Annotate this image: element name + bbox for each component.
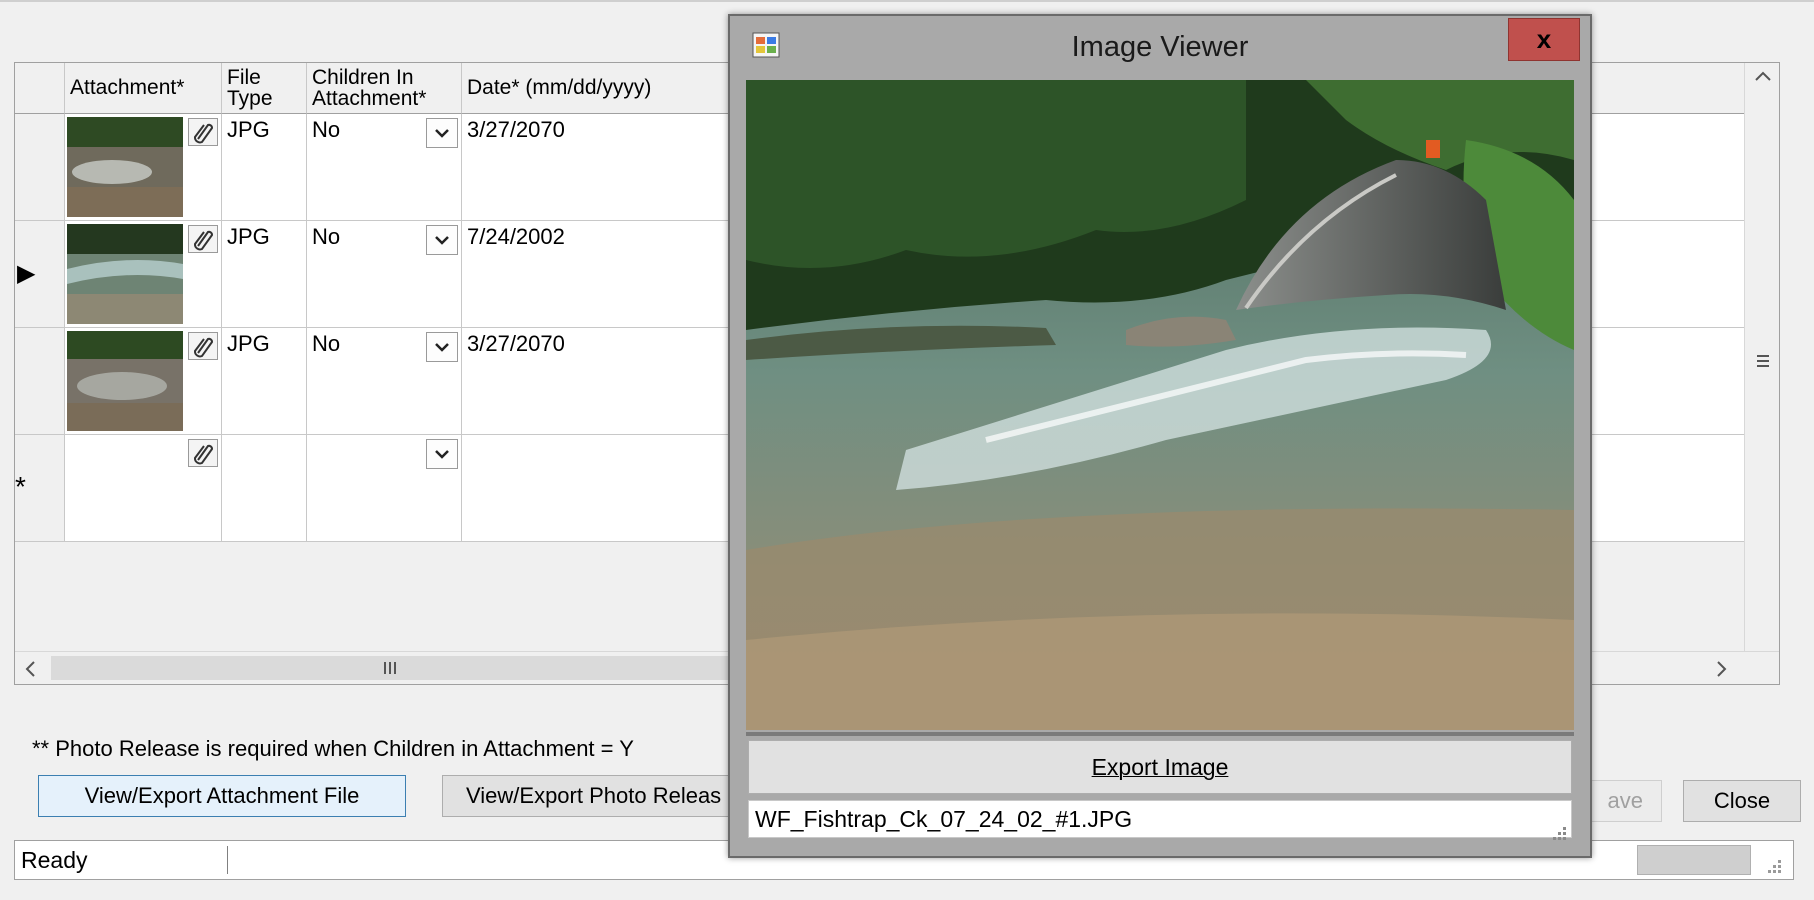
file-type-value: JPG	[227, 117, 270, 142]
row-header[interactable]	[15, 114, 65, 221]
dropdown-arrow-icon[interactable]	[426, 118, 458, 148]
paperclip-icon[interactable]	[188, 332, 218, 360]
photo-release-note: ** Photo Release is required when Childr…	[32, 736, 634, 761]
viewer-separator	[746, 732, 1574, 736]
row-header-corner	[15, 63, 65, 114]
new-row-indicator: *	[15, 471, 26, 502]
attachment-thumbnail[interactable]	[67, 117, 183, 217]
children-cell[interactable]	[307, 435, 462, 542]
image-viewer-window[interactable]: Image Viewer x Export Image WF_Fishtrap_…	[728, 14, 1592, 858]
view-export-attachment-button[interactable]: View/Export Attachment File	[38, 775, 406, 817]
horizontal-scroll-thumb[interactable]	[51, 656, 731, 680]
file-type-value: JPG	[227, 224, 270, 249]
file-type-cell: JPG	[222, 221, 307, 328]
date-cell[interactable]: 3/27/2070	[462, 114, 737, 221]
date-value: 7/24/2002	[467, 224, 565, 249]
col-header-file-type[interactable]: File Type	[222, 63, 307, 114]
col-header-children[interactable]: Children In Attachment*	[307, 63, 462, 114]
viewer-image	[746, 80, 1574, 730]
file-type-value: JPG	[227, 331, 270, 356]
status-progress	[1637, 845, 1751, 875]
export-image-label: Export Image	[1091, 754, 1229, 780]
date-cell[interactable]	[462, 435, 737, 542]
children-cell[interactable]: No	[307, 114, 462, 221]
row-header[interactable]: ▶	[15, 221, 65, 328]
view-export-photo-release-button[interactable]: View/Export Photo Releas	[442, 775, 742, 817]
row-header[interactable]	[15, 328, 65, 435]
scroll-thumb-grip-icon[interactable]	[1753, 353, 1773, 369]
dropdown-arrow-icon[interactable]	[426, 225, 458, 255]
export-image-button[interactable]: Export Image	[748, 740, 1572, 794]
children-cell[interactable]: No	[307, 221, 462, 328]
paperclip-icon[interactable]	[188, 439, 218, 467]
file-type-cell: JPG	[222, 114, 307, 221]
scroll-left-icon[interactable]	[23, 660, 37, 678]
status-text: Ready	[21, 847, 88, 873]
col-header-attachment[interactable]: Attachment*	[65, 63, 222, 114]
paperclip-icon[interactable]	[188, 118, 218, 146]
scroll-thumb-grip-icon	[384, 662, 396, 674]
children-value: No	[312, 331, 341, 356]
attachment-thumbnail[interactable]	[67, 331, 183, 431]
close-button[interactable]: Close	[1683, 780, 1801, 822]
status-divider	[227, 846, 228, 874]
attachment-cell[interactable]	[65, 328, 222, 435]
size-grip-icon[interactable]	[1763, 855, 1783, 875]
scroll-up-icon[interactable]	[1753, 69, 1773, 83]
date-value: 3/27/2070	[467, 117, 565, 142]
scroll-right-icon[interactable]	[1715, 660, 1729, 678]
close-icon[interactable]: x	[1508, 18, 1580, 61]
image-viewer-titlebar[interactable]: Image Viewer x	[730, 16, 1590, 78]
vertical-scrollbar[interactable]	[1744, 63, 1779, 684]
current-row-indicator: ▶	[17, 260, 36, 287]
date-cell[interactable]: 7/24/2002	[462, 221, 737, 328]
filename-field[interactable]: WF_Fishtrap_Ck_07_24_02_#1.JPG	[748, 800, 1572, 838]
attachment-cell[interactable]	[65, 114, 222, 221]
image-viewer-title: Image Viewer	[1071, 31, 1249, 63]
children-cell[interactable]: No	[307, 328, 462, 435]
children-value: No	[312, 224, 341, 249]
attachment-cell[interactable]	[65, 221, 222, 328]
attachment-cell[interactable]	[65, 435, 222, 542]
date-cell[interactable]: 3/27/2070	[462, 328, 737, 435]
children-value: No	[312, 117, 341, 142]
file-type-cell	[222, 435, 307, 542]
paperclip-icon[interactable]	[188, 225, 218, 253]
attachment-thumbnail[interactable]	[67, 224, 183, 324]
file-type-cell: JPG	[222, 328, 307, 435]
dropdown-arrow-icon[interactable]	[426, 439, 458, 469]
col-header-date[interactable]: Date* (mm/dd/yyyy)	[462, 63, 737, 114]
dropdown-arrow-icon[interactable]	[426, 332, 458, 362]
date-value: 3/27/2070	[467, 331, 565, 356]
size-grip-icon[interactable]	[1550, 824, 1568, 842]
row-header[interactable]: *	[15, 435, 65, 542]
